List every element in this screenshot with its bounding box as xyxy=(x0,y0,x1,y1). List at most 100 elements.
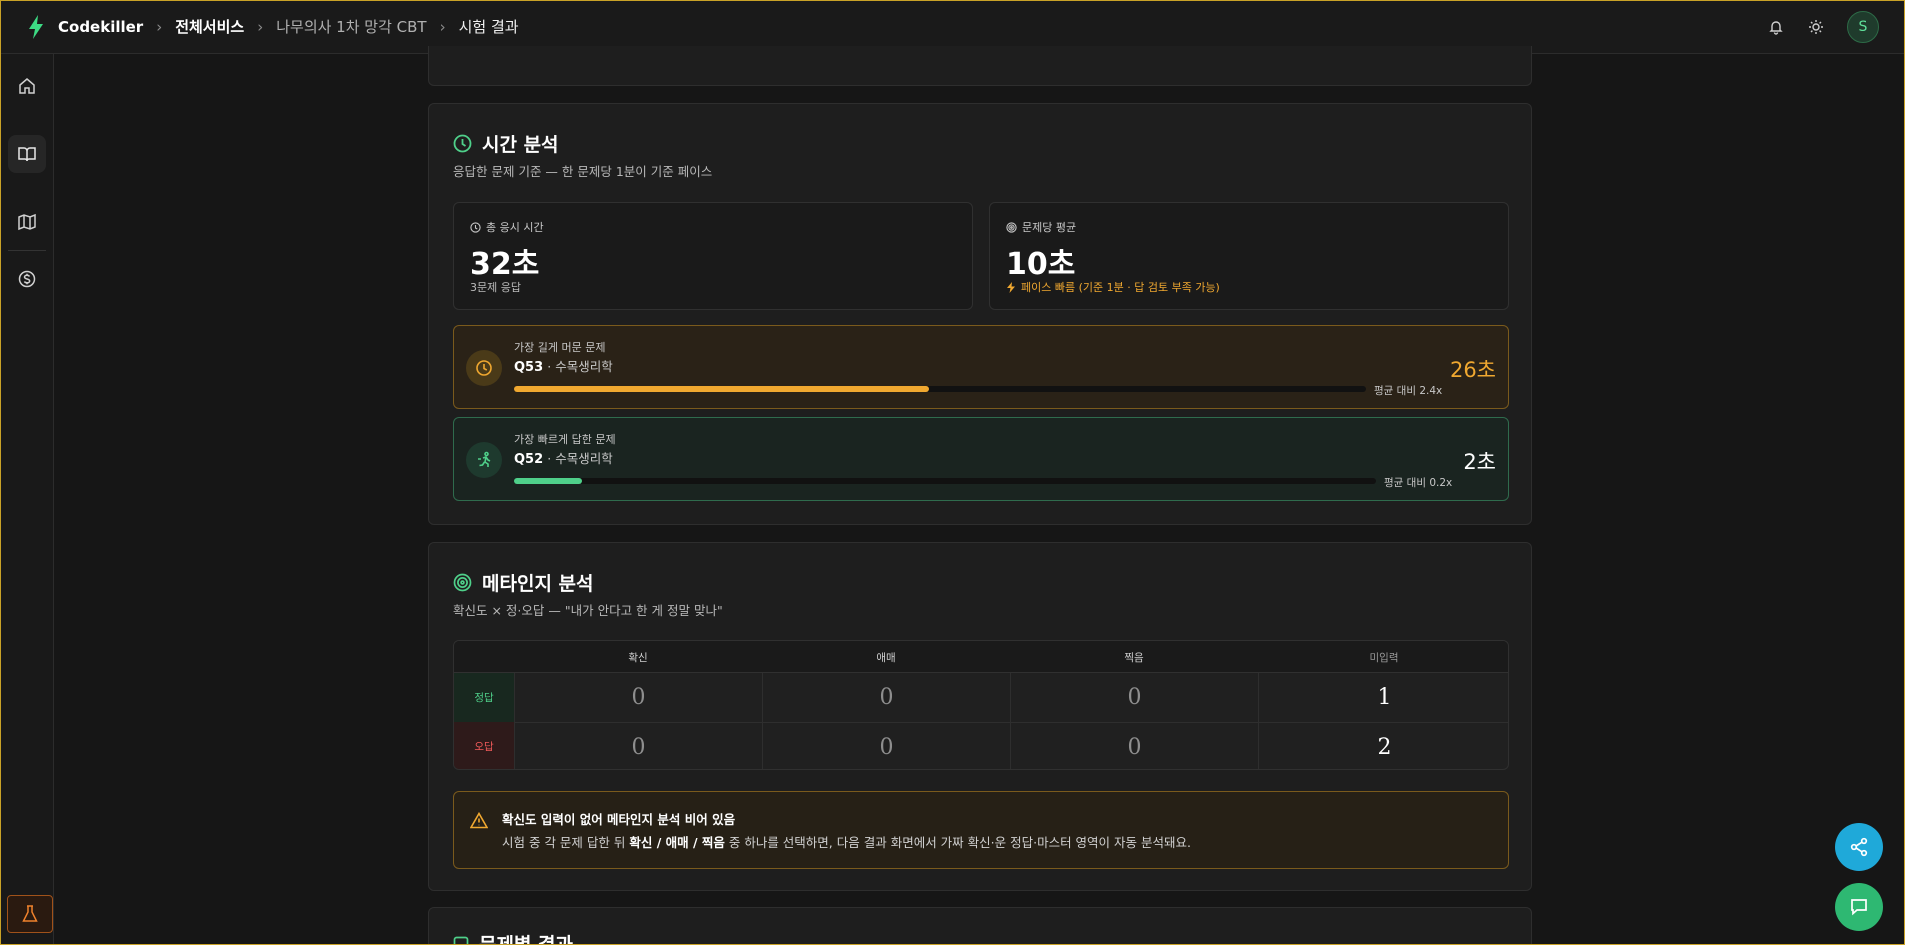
time-analysis-subtitle: 응답한 문제 기준 — 한 문제당 1분이 기준 페이스 xyxy=(453,164,713,179)
slowest-subject: · 수목생리학 xyxy=(547,359,613,374)
book-open-icon xyxy=(18,147,36,162)
flask-icon xyxy=(22,905,38,922)
slowest-id-text: Q53 xyxy=(514,360,544,375)
sidebar xyxy=(0,54,54,945)
running-icon xyxy=(466,442,502,478)
sidebar-item-study[interactable] xyxy=(8,135,46,173)
fastest-ratio: 평균 대비 0.2x xyxy=(1384,477,1453,489)
slowest-progress-fill xyxy=(514,386,929,392)
metacognition-subtitle: 확신도 × 정·오답 — "내가 안다고 한 게 정말 맞나" xyxy=(453,603,723,618)
fastest-id-text: Q52 xyxy=(514,452,544,467)
matrix-cell: 0 xyxy=(514,673,762,722)
slowest-progress-track xyxy=(514,386,1366,392)
alert-body-pre: 시험 중 각 문제 답한 뒤 xyxy=(502,835,630,850)
sidebar-divider xyxy=(8,250,46,251)
slowest-kicker: 가장 길게 머문 문제 xyxy=(514,341,606,354)
alert-title: 확신도 입력이 없어 메타인지 분석 비어 있음 xyxy=(502,812,736,827)
matrix-row-correct: 정답 xyxy=(454,673,514,722)
fastest-question-id: Q52 · 수목생리학 xyxy=(514,448,613,467)
time-analysis-title-text: 시간 분석 xyxy=(482,134,559,156)
alert-body: 시험 중 각 문제 답한 뒤 확신 / 애매 / 찍음 중 하나를 선택하면, … xyxy=(502,832,1191,851)
matrix-row-wrong: 오답 xyxy=(454,722,514,769)
matrix-col-none: 미입력 xyxy=(1369,651,1399,664)
clock-icon xyxy=(470,221,481,233)
chevron-right-icon: › xyxy=(439,17,446,36)
breadcrumb-exam[interactable]: 나무의사 1차 망각 CBT xyxy=(276,16,426,37)
average-time-label-text: 문제당 평균 xyxy=(1022,221,1077,234)
matrix-cell: 0 xyxy=(514,723,762,769)
fastest-progress-fill xyxy=(514,478,583,484)
average-time-value: 10초 xyxy=(1006,247,1076,282)
alert-body-bold: 확신 / 애매 / 찍음 xyxy=(629,835,725,850)
metacognition-title: 메타인지 분석 xyxy=(453,569,594,596)
target-icon xyxy=(1006,221,1017,233)
chat-bubble-icon xyxy=(1851,899,1867,916)
chevron-right-icon: › xyxy=(257,17,264,36)
total-time-stat: 총 응시 시간 32초 3문제 응답 xyxy=(453,202,973,310)
sidebar-item-home[interactable] xyxy=(8,67,46,105)
target-icon xyxy=(453,573,472,592)
metacognition-title-text: 메타인지 분석 xyxy=(482,573,594,595)
previous-card xyxy=(428,46,1532,86)
breadcrumb-current: 시험 결과 xyxy=(458,18,519,36)
total-time-note: 3문제 응답 xyxy=(470,281,521,294)
time-analysis-card: 시간 분석 응답한 문제 기준 — 한 문제당 1분이 기준 페이스 총 응시 … xyxy=(428,103,1532,525)
slowest-time: 26초 xyxy=(1449,358,1496,382)
fastest-subject: · 수목생리학 xyxy=(547,451,613,466)
chevron-right-icon: › xyxy=(156,17,163,36)
total-time-label: 총 응시 시간 xyxy=(470,219,544,235)
top-actions: S xyxy=(1767,0,1879,54)
sidebar-item-billing[interactable] xyxy=(8,260,46,298)
fastest-kicker: 가장 빠르게 답한 문제 xyxy=(514,433,616,446)
share-button[interactable] xyxy=(1835,823,1883,871)
average-time-note: 페이스 빠름 (기준 1분 · 답 검토 부족 가능) xyxy=(1006,279,1220,295)
matrix-cell: 0 xyxy=(762,723,1010,769)
fastest-question-row[interactable]: 가장 빠르게 답한 문제 Q52 · 수목생리학 평균 대비 0.2x 2초 xyxy=(453,417,1509,501)
square-icon xyxy=(453,936,469,945)
brand-name[interactable]: Codekiller xyxy=(58,18,143,36)
sun-icon[interactable] xyxy=(1807,18,1825,36)
map-icon xyxy=(18,213,36,231)
matrix-col-guess: 찍음 xyxy=(1124,651,1144,664)
clock-icon xyxy=(466,350,502,386)
confidence-matrix: 확신 애매 찍음 미입력 정답 0 0 0 1 오답 0 0 0 2 xyxy=(453,640,1509,770)
question-results-title: 문제별 결과 xyxy=(453,930,573,945)
breadcrumb-all-services[interactable]: 전체서비스 xyxy=(175,16,244,37)
matrix-cell: 0 xyxy=(1010,673,1258,722)
metacognition-alert: 확신도 입력이 없어 메타인지 분석 비어 있음 시험 중 각 문제 답한 뒤 … xyxy=(453,791,1509,869)
warning-triangle-icon xyxy=(469,811,489,833)
lightning-logo-icon[interactable] xyxy=(26,14,46,40)
time-analysis-title: 시간 분석 xyxy=(453,130,559,157)
matrix-cell: 0 xyxy=(1010,723,1258,769)
matrix-header: 확신 애매 찍음 미입력 xyxy=(454,641,1508,673)
share-icon xyxy=(1850,837,1868,857)
slowest-question-id: Q53 · 수목생리학 xyxy=(514,356,613,375)
average-time-label: 문제당 평균 xyxy=(1006,219,1076,235)
matrix-cell: 1 xyxy=(1258,673,1508,722)
fastest-time: 2초 xyxy=(1463,450,1496,474)
clock-icon xyxy=(453,134,472,153)
sidebar-item-lab[interactable] xyxy=(7,895,53,933)
matrix-cell: 0 xyxy=(762,673,1010,722)
home-icon xyxy=(19,78,35,94)
slowest-ratio: 평균 대비 2.4x xyxy=(1374,385,1443,397)
matrix-col-unsure: 애매 xyxy=(876,651,896,664)
average-time-note-text: 페이스 빠름 (기준 1분 · 답 검토 부족 가능) xyxy=(1021,281,1220,294)
bell-icon[interactable] xyxy=(1767,18,1785,36)
sidebar-item-map[interactable] xyxy=(8,203,46,241)
slowest-question-row[interactable]: 가장 길게 머문 문제 Q53 · 수목생리학 평균 대비 2.4x 26초 xyxy=(453,325,1509,409)
lightning-icon xyxy=(1007,281,1015,293)
question-results-title-text: 문제별 결과 xyxy=(479,934,574,945)
metacognition-card: 메타인지 분석 확신도 × 정·오답 — "내가 안다고 한 게 정말 맞나" … xyxy=(428,542,1532,891)
matrix-col-confident: 확신 xyxy=(628,651,648,664)
chat-button[interactable] xyxy=(1835,883,1883,931)
total-time-label-text: 총 응시 시간 xyxy=(486,221,544,234)
fastest-progress-track xyxy=(514,478,1376,484)
alert-body-post: 중 하나를 선택하면, 다음 결과 화면에서 가짜 확신·운 정답·마스터 영역… xyxy=(724,835,1191,850)
average-time-stat: 문제당 평균 10초 페이스 빠름 (기준 1분 · 답 검토 부족 가능) xyxy=(989,202,1509,310)
dollar-circle-icon xyxy=(18,270,36,288)
total-time-value: 32초 xyxy=(470,247,540,282)
matrix-cell: 2 xyxy=(1258,723,1508,769)
question-results-card: 문제별 결과 xyxy=(428,907,1532,945)
avatar[interactable]: S xyxy=(1847,11,1879,43)
